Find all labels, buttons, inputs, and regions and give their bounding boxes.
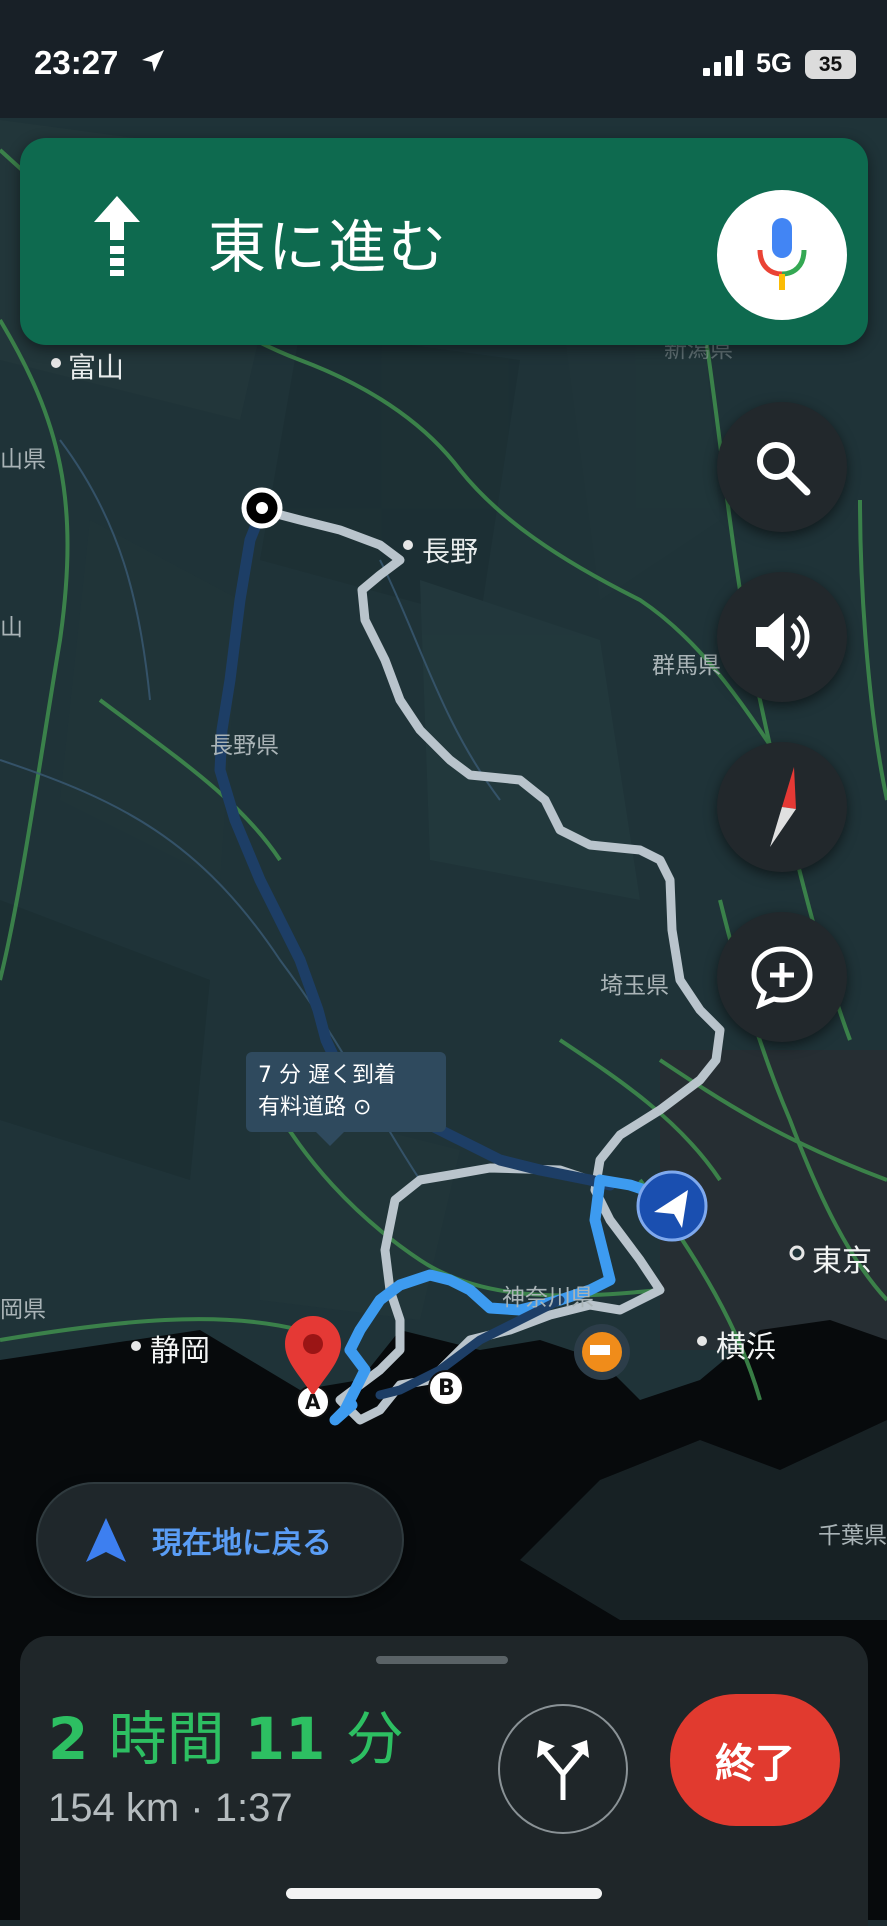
trip-details: 154 km · 1:37 [48,1786,293,1830]
label-yama: 山 [0,615,23,641]
search-icon [757,442,811,496]
add-report-icon [751,946,813,1009]
trip-duration: 2 時間 11 分 [48,1692,404,1776]
straight-arrow-icon [94,196,140,276]
alt-route-callout[interactable]: 7 分 遅く到着 有料道路 ⊙ [246,1052,446,1146]
callout-line2: 有料道路 ⊙ [258,1095,372,1120]
sound-button[interactable] [717,572,847,702]
status-time: 23:27 [34,44,119,81]
voice-search-button[interactable] [717,190,847,320]
status-bar: 23:27 5G 35 [0,0,887,118]
label-okenken: 岡県 [0,1297,46,1323]
navigation-arrow-icon [636,1170,708,1242]
duration-minutes: 11 [244,1705,326,1773]
end-navigation-button[interactable]: 終了 [670,1694,840,1826]
nav-instruction-text: 東に進む [208,213,449,281]
alternate-routes-icon [537,1740,589,1800]
callout-line1: 7 分 遅く到着 [258,1063,396,1088]
signal-icon [703,50,743,76]
recenter-label: 現在地に戻る [152,1526,332,1561]
label-tokyo: 東京 [812,1244,872,1279]
volume-icon [756,613,810,661]
search-button[interactable] [717,402,847,532]
label-yokohama: 横浜 [716,1330,776,1365]
recenter-button[interactable]: 現在地に戻る [38,1484,402,1596]
label-nagano: 長野 [422,535,479,568]
network-type: 5G [756,48,793,78]
home-indicator [286,1888,602,1899]
label-gunma: 群馬県 [652,653,721,679]
duration-hours: 2 [48,1705,89,1773]
sheet-drag-handle[interactable] [376,1656,508,1664]
label-kanagawa: 神奈川県 [502,1285,594,1311]
location-arrow-icon [142,50,164,72]
mic-icon [757,218,807,290]
duration-hours-unit: 時間 [108,1705,225,1773]
label-toyama: 富山 [68,351,125,384]
nav-instruction-banner[interactable]: 東に進む [20,138,868,345]
trip-bottom-sheet[interactable]: 2 時間 11 分 154 km · 1:37 終了 [20,1636,868,1926]
label-saitama: 埼玉県 [600,973,669,999]
compass-button[interactable] [717,742,847,872]
toll-icon: ⊙ [353,1095,372,1120]
label-yamaken: 山県 [0,447,46,473]
label-nagano-pref: 長野県 [210,733,279,759]
label-shizuoka: 静岡 [150,1334,210,1369]
battery-level: 35 [805,50,856,79]
duration-minutes-unit: 分 [345,1705,404,1773]
marker-a-label[interactable]: A [305,1390,320,1414]
navigation-arrow-icon [86,1518,126,1562]
marker-b-label[interactable]: B [438,1376,455,1401]
add-report-button[interactable] [717,912,847,1042]
compass-icon [770,767,796,847]
camera-icon [574,1324,630,1380]
label-chiba: 千葉県 [818,1523,887,1549]
alternate-routes-button[interactable] [498,1704,628,1834]
